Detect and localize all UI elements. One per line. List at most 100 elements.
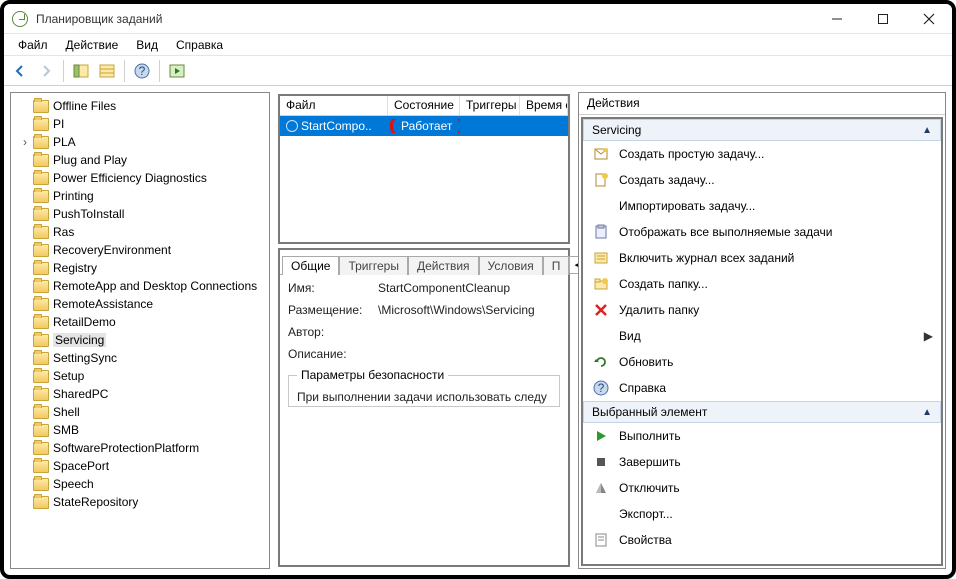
refresh-icon: [593, 354, 609, 370]
action-создать-задачу-[interactable]: Создать задачу...: [583, 167, 941, 193]
value-name: StartComponentCleanup: [378, 281, 560, 295]
tree-item-ras[interactable]: Ras: [13, 223, 267, 241]
action-свойства[interactable]: Свойства: [583, 527, 941, 553]
tab-general[interactable]: Общие: [282, 256, 339, 275]
folder-icon: [33, 136, 49, 149]
menu-help[interactable]: Справка: [168, 36, 231, 54]
action-отключить[interactable]: Отключить: [583, 475, 941, 501]
security-groupbox: Параметры безопасности При выполнении за…: [288, 375, 560, 407]
tree-panel: Offline FilesPIPLAPlug and PlayPower Eff…: [10, 92, 270, 569]
menu-action[interactable]: Действие: [58, 36, 127, 54]
task-row-selected[interactable]: StartCompo.. Работает: [280, 116, 568, 136]
action-экспорт-[interactable]: Экспорт...: [583, 501, 941, 527]
forward-button[interactable]: [34, 59, 58, 83]
actions-header: Действия: [579, 93, 945, 115]
log-icon: [593, 250, 609, 266]
folder-icon: [33, 496, 49, 509]
task-details: Общие Триггеры Действия Условия П ◄► Имя…: [278, 248, 570, 567]
tree-item-power-efficiency-diagnostics[interactable]: Power Efficiency Diagnostics: [13, 169, 267, 187]
folder-icon: [33, 262, 49, 275]
action-импортировать-задачу-[interactable]: Импортировать задачу...: [583, 193, 941, 219]
action-выполнить[interactable]: Выполнить: [583, 423, 941, 449]
folder-icon: [33, 118, 49, 131]
back-button[interactable]: [8, 59, 32, 83]
folder-icon: [33, 244, 49, 257]
new-icon: [593, 172, 609, 188]
folder-icon: [33, 154, 49, 167]
tab-actions[interactable]: Действия: [408, 256, 479, 275]
tree-item-offline-files[interactable]: Offline Files: [13, 97, 267, 115]
tree-item-speech[interactable]: Speech: [13, 475, 267, 493]
wizard-icon: [593, 146, 609, 162]
action-отображать-все-выполняемые-задачи[interactable]: Отображать все выполняемые задачи: [583, 219, 941, 245]
action-section-servicing[interactable]: Servicing▲: [583, 119, 941, 141]
help-icon: ?: [593, 380, 609, 396]
action-вид[interactable]: Вид▶: [583, 323, 941, 349]
tree-item-setup[interactable]: Setup: [13, 367, 267, 385]
tree-item-pushtoinstall[interactable]: PushToInstall: [13, 205, 267, 223]
menu-view[interactable]: Вид: [128, 36, 166, 54]
tree-item-registry[interactable]: Registry: [13, 259, 267, 277]
task-icon: [286, 120, 298, 132]
action-удалить-папку[interactable]: Удалить папку: [583, 297, 941, 323]
col-next[interactable]: Время сл: [520, 96, 568, 115]
action-справка[interactable]: ?Справка: [583, 375, 941, 401]
action-обновить[interactable]: Обновить: [583, 349, 941, 375]
tree-item-remoteassistance[interactable]: RemoteAssistance: [13, 295, 267, 313]
label-location: Размещение:: [288, 303, 378, 317]
tree-item-staterepository[interactable]: StateRepository: [13, 493, 267, 511]
folder-icon: [33, 100, 49, 113]
tree-item-smb[interactable]: SMB: [13, 421, 267, 439]
action-включить-журнал-всех-заданий[interactable]: Включить журнал всех заданий: [583, 245, 941, 271]
folder-tree[interactable]: Offline FilesPIPLAPlug and PlayPower Eff…: [11, 93, 269, 568]
action-создать-простую-задачу-[interactable]: Создать простую задачу...: [583, 141, 941, 167]
tree-item-shell[interactable]: Shell: [13, 403, 267, 421]
show-list-button[interactable]: [95, 59, 119, 83]
tree-item-spaceport[interactable]: SpacePort: [13, 457, 267, 475]
tree-item-sharedpc[interactable]: SharedPC: [13, 385, 267, 403]
menubar: Файл Действие Вид Справка: [4, 34, 952, 56]
run-toolbar-button[interactable]: [165, 59, 189, 83]
maximize-button[interactable]: [860, 4, 906, 34]
security-group-title: Параметры безопасности: [297, 368, 448, 382]
menu-file[interactable]: Файл: [10, 36, 56, 54]
tree-item-servicing[interactable]: Servicing: [13, 331, 267, 349]
folder-icon: [33, 208, 49, 221]
collapse-icon: ▲: [922, 125, 932, 136]
tree-item-recoveryenvironment[interactable]: RecoveryEnvironment: [13, 241, 267, 259]
folder-icon: [33, 280, 49, 293]
tree-item-plug-and-play[interactable]: Plug and Play: [13, 151, 267, 169]
col-file[interactable]: Файл: [280, 96, 388, 115]
close-button[interactable]: [906, 4, 952, 34]
tree-item-softwareprotectionplatform[interactable]: SoftwareProtectionPlatform: [13, 439, 267, 457]
col-triggers[interactable]: Триггеры: [460, 96, 520, 115]
tree-item-pla[interactable]: PLA: [13, 133, 267, 151]
task-list: Файл Состояние Триггеры Время сл StartCo…: [278, 94, 570, 244]
task-state-highlighted: Работает: [390, 119, 460, 133]
actions-panel: Действия Servicing▲Создать простую задач…: [578, 92, 946, 569]
task-list-header[interactable]: Файл Состояние Триггеры Время сл: [280, 96, 568, 116]
folder-icon: [33, 172, 49, 185]
svg-text:?: ?: [598, 381, 605, 395]
tree-item-printing[interactable]: Printing: [13, 187, 267, 205]
tree-item-settingsync[interactable]: SettingSync: [13, 349, 267, 367]
col-state[interactable]: Состояние: [388, 96, 460, 115]
tree-item-pi[interactable]: PI: [13, 115, 267, 133]
action-section-selected[interactable]: Выбранный элемент▲: [583, 401, 941, 423]
help-button[interactable]: ?: [130, 59, 154, 83]
tree-item-remoteapp-and-desktop-connections[interactable]: RemoteApp and Desktop Connections: [13, 277, 267, 295]
folder-icon: [33, 316, 49, 329]
tab-conditions[interactable]: Условия: [479, 256, 543, 275]
action-завершить[interactable]: Завершить: [583, 449, 941, 475]
tab-more[interactable]: П: [543, 256, 570, 275]
task-name: StartCompo..: [301, 119, 372, 133]
label-name: Имя:: [288, 281, 378, 295]
folder-icon: [33, 298, 49, 311]
toolbar: ?: [4, 56, 952, 86]
tree-item-retaildemo[interactable]: RetailDemo: [13, 313, 267, 331]
delete-icon: [593, 302, 609, 318]
tab-triggers[interactable]: Триггеры: [339, 256, 408, 275]
show-tree-button[interactable]: [69, 59, 93, 83]
action-создать-папку-[interactable]: Создать папку...: [583, 271, 941, 297]
minimize-button[interactable]: [814, 4, 860, 34]
